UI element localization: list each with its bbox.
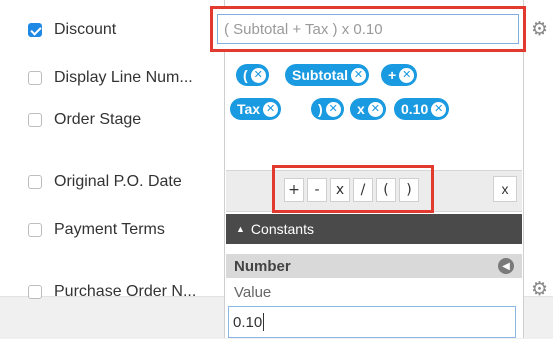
remove-token-icon[interactable]: ✕ <box>399 67 415 83</box>
token-label: Subtotal <box>292 67 348 83</box>
token-chip[interactable]: + ✕ <box>381 64 418 86</box>
token-label: x <box>357 101 365 117</box>
remove-token-icon[interactable]: ✕ <box>325 101 341 117</box>
constants-section-header[interactable]: ▲ Constants <box>226 214 522 244</box>
field-discount[interactable]: Discount <box>28 18 116 42</box>
triangle-up-icon: ▲ <box>236 224 245 234</box>
remove-token-icon[interactable]: ✕ <box>263 101 279 117</box>
field-payment-terms[interactable]: Payment Terms <box>28 218 165 242</box>
field-label: Payment Terms <box>54 221 165 238</box>
formula-token-list: ( ✕ Subtotal ✕ + ✕ Tax ✕ ) ✕ x ✕ 0.10 ✕ <box>227 56 523 168</box>
operator-close-paren-button[interactable]: ) <box>399 178 419 202</box>
gear-icon[interactable]: ⚙ <box>531 280 548 299</box>
operator-minus-button[interactable]: - <box>307 178 327 202</box>
field-label: Purchase Order N... <box>54 283 197 300</box>
operator-divide-button[interactable]: / <box>353 178 373 202</box>
number-label: Number <box>234 257 291 275</box>
field-label: Order Stage <box>54 111 142 128</box>
field-label: Discount <box>54 21 117 38</box>
remove-token-icon[interactable]: ✕ <box>250 67 266 83</box>
discount-checkbox[interactable] <box>28 23 42 37</box>
field-original-po-date[interactable]: Original P.O. Date <box>28 170 182 194</box>
original-po-date-checkbox[interactable] <box>28 175 42 189</box>
operator-plus-button[interactable]: + <box>284 178 304 202</box>
field-display-line-number[interactable]: Display Line Num... <box>28 66 193 90</box>
field-order-stage[interactable]: Order Stage <box>28 108 141 132</box>
operator-open-paren-button[interactable]: ( <box>376 178 396 202</box>
value-label: Value <box>234 284 272 301</box>
token-label: Tax <box>237 101 261 117</box>
text-caret <box>263 313 265 331</box>
constant-value-text: 0.10 <box>233 313 263 331</box>
token-chip[interactable]: Subtotal ✕ <box>285 64 369 86</box>
token-label: ( <box>243 67 248 83</box>
token-chip[interactable]: Tax ✕ <box>230 98 282 120</box>
field-label: Original P.O. Date <box>54 173 182 190</box>
token-label: ) <box>318 101 323 117</box>
token-chip[interactable]: x ✕ <box>350 98 386 120</box>
purchase-order-number-checkbox[interactable] <box>28 285 42 299</box>
constants-title: Constants <box>250 221 314 237</box>
number-constant-row[interactable]: Number ◀ <box>226 254 522 278</box>
back-arrow-icon[interactable]: ◀ <box>498 258 514 274</box>
gear-icon[interactable]: ⚙ <box>531 20 548 39</box>
token-chip[interactable]: ( ✕ <box>236 64 269 86</box>
display-line-number-checkbox[interactable] <box>28 71 42 85</box>
remove-token-icon[interactable]: ✕ <box>367 101 383 117</box>
operator-multiply-button[interactable]: x <box>330 178 350 202</box>
formula-expression-input[interactable]: ( Subtotal + Tax ) x 0.10 <box>217 14 519 44</box>
field-label: Display Line Num... <box>54 69 193 86</box>
payment-terms-checkbox[interactable] <box>28 223 42 237</box>
remove-token-icon[interactable]: ✕ <box>431 101 447 117</box>
clear-formula-button[interactable]: x <box>493 176 517 202</box>
token-chip[interactable]: ) ✕ <box>311 98 344 120</box>
field-purchase-order-number[interactable]: Purchase Order N... <box>28 280 196 304</box>
remove-token-icon[interactable]: ✕ <box>351 67 366 83</box>
constant-value-input[interactable]: 0.10 <box>228 306 516 338</box>
token-label: + <box>388 67 397 83</box>
token-chip[interactable]: 0.10 ✕ <box>394 98 450 120</box>
token-label: 0.10 <box>401 101 429 117</box>
order-stage-checkbox[interactable] <box>28 113 42 127</box>
expression-highlight: ( Subtotal + Tax ) x 0.10 <box>210 6 526 52</box>
